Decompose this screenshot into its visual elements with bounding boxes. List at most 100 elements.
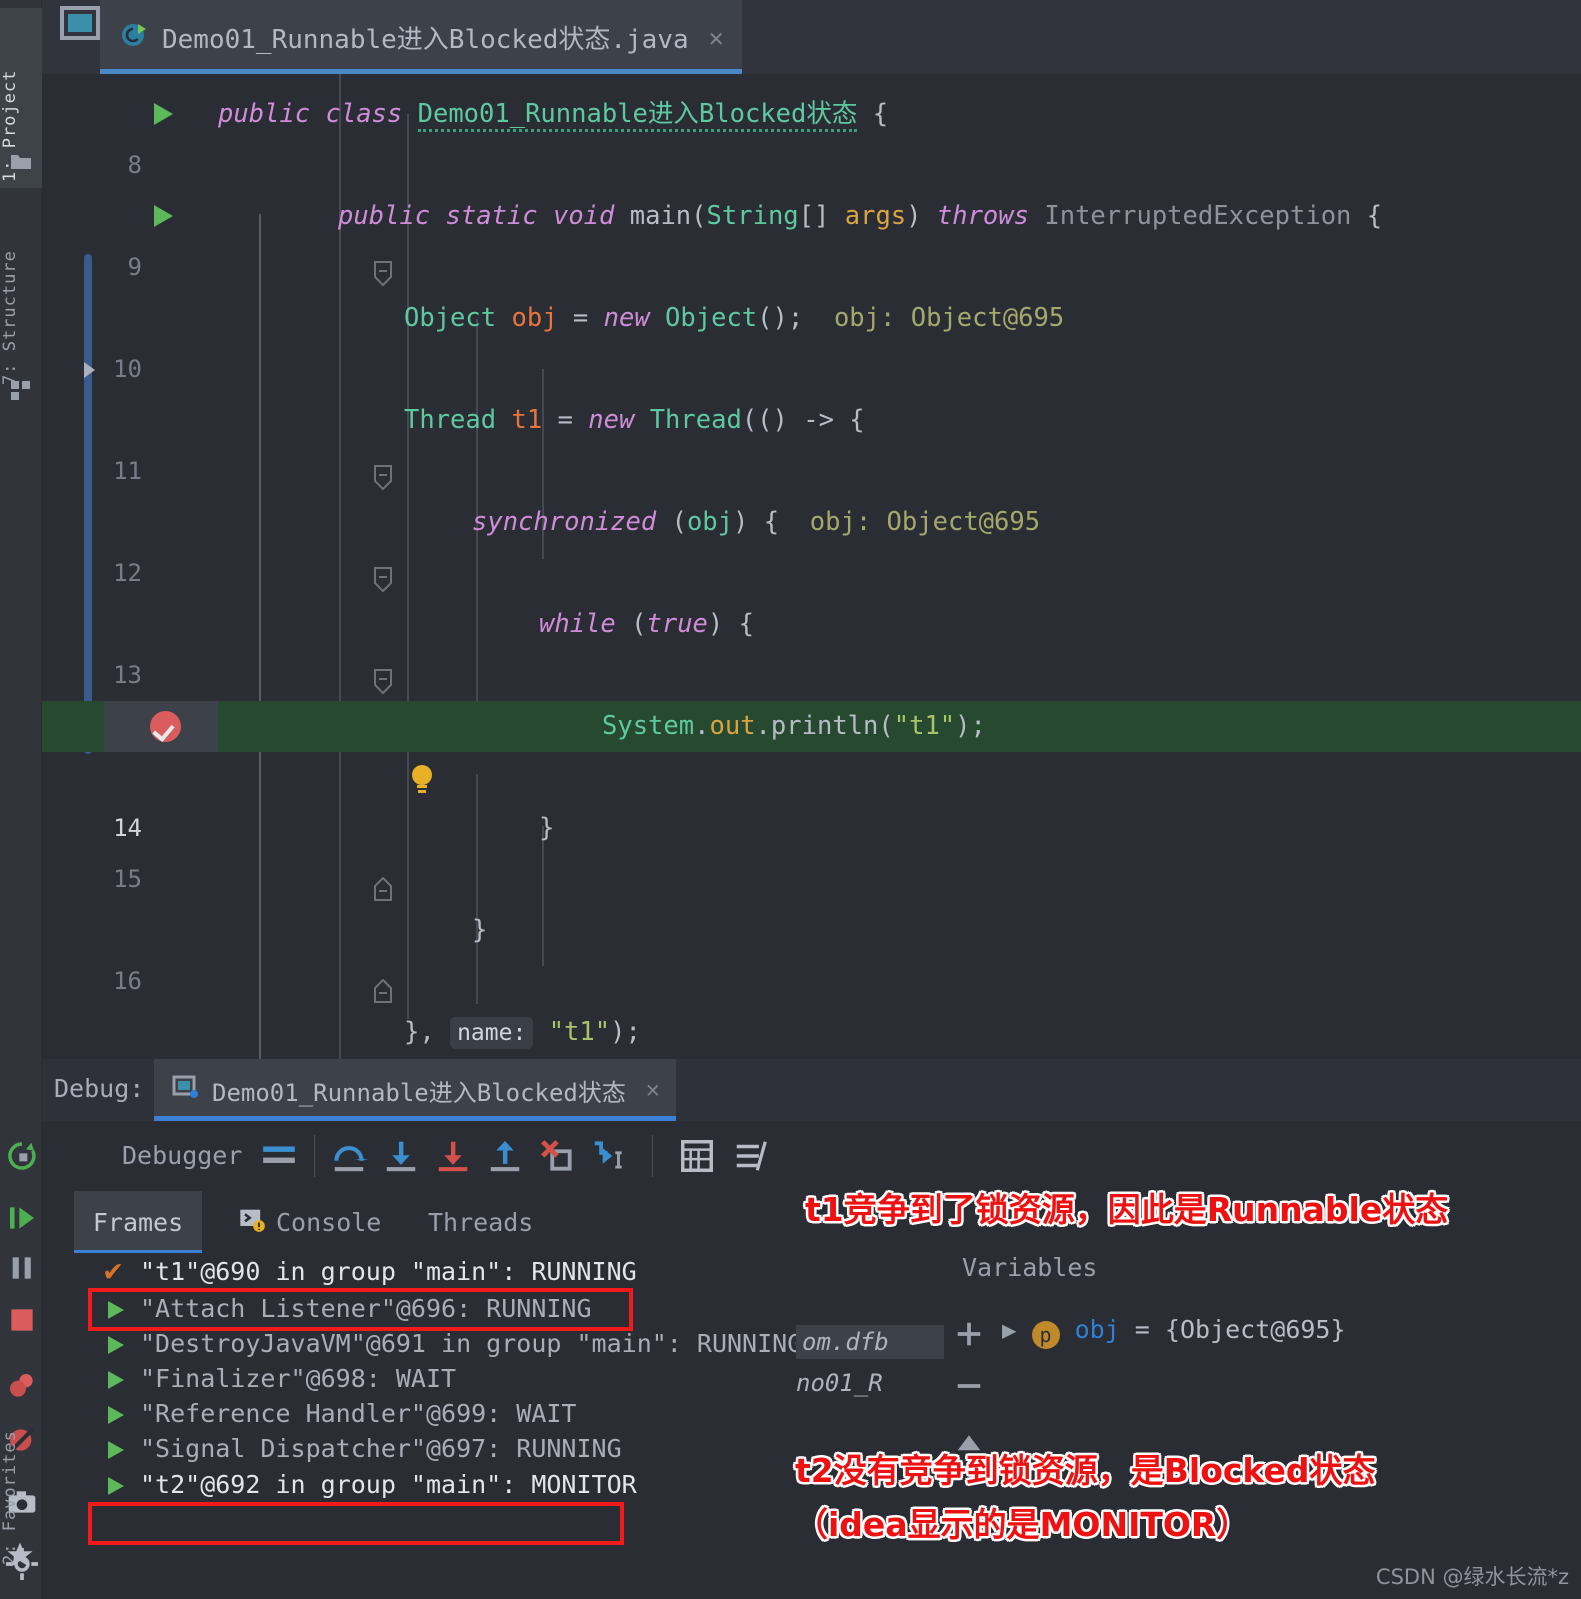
frames-list[interactable]: ✔ "t1"@690 in group "main": RUNNING "Att… [88, 1253, 838, 1599]
annotation-t1: t1竞争到了锁资源，因此是Runnable状态 [805, 1190, 1449, 1229]
run-gutter-icon[interactable] [154, 103, 173, 125]
frame-fragment[interactable]: om.dfb [796, 1325, 944, 1359]
evaluate-expression-icon[interactable] [678, 1137, 716, 1175]
thread-arrow-icon [108, 1441, 124, 1459]
code-text: Thread t1 = new Thread(() -> { [404, 405, 865, 435]
editor-tab-demo01[interactable]: Demo01_Runnable进入Blocked状态.java ✕ [100, 0, 742, 74]
plus-icon[interactable] [954, 1319, 984, 1353]
frame-row-attach-listener[interactable]: "Attach Listener"@696: RUNNING [88, 1291, 838, 1326]
line-number: 11 [113, 457, 142, 485]
frame-label: "DestroyJavaVM"@691 in group "main": RUN… [140, 1329, 803, 1358]
debug-session-tab[interactable]: Demo01_Runnable进入Blocked状态 ✕ [154, 1059, 676, 1121]
tab-frames[interactable]: Frames [74, 1191, 202, 1253]
debug-tab-row: Debug: Demo01_Runnable进入Blocked状态 ✕ [42, 1059, 1581, 1121]
selected-frame-check-icon: ✔ [104, 1253, 123, 1288]
fold-marker-icon[interactable] [249, 509, 392, 593]
code-line[interactable]: 9 public static void main(String[] args)… [42, 191, 1581, 287]
code-line[interactable]: 12 synchronized (obj) { obj: Object@695 [42, 497, 1581, 593]
debug-config-icon [170, 1073, 200, 1107]
close-icon[interactable]: ✕ [646, 1077, 660, 1103]
frame-fragment[interactable]: no01_R [796, 1369, 883, 1397]
step-out-icon[interactable] [486, 1137, 524, 1175]
frame-label: "Attach Listener"@696: RUNNING [140, 1294, 592, 1323]
step-into-icon[interactable] [382, 1137, 420, 1175]
editor-tab-title: Demo01_Runnable进入Blocked状态.java [162, 24, 689, 55]
intention-bulb-icon[interactable] [287, 712, 432, 793]
layout-lines-icon[interactable] [260, 1137, 298, 1175]
frame-label: "t2"@692 in group "main": MONITOR [140, 1470, 637, 1499]
pause-program-icon[interactable] [6, 1252, 38, 1284]
sidebar-item-structure[interactable]: 7: Structure [0, 205, 42, 385]
thread-arrow-icon [108, 1477, 124, 1495]
fold-marker-icon[interactable] [249, 611, 392, 695]
run-gutter-icon[interactable] [154, 205, 173, 227]
code-text: } [472, 915, 488, 945]
code-text: Object obj = new Object(); obj: Object@6… [404, 303, 1065, 333]
expand-arrow-icon[interactable]: ▶ [1002, 1316, 1016, 1344]
fold-marker-icon[interactable] [249, 203, 392, 287]
code-editor[interactable]: 8 public class Demo01_Runnable进入Blocked状… [42, 74, 1581, 1059]
code-line[interactable]: 16 } [42, 905, 1581, 1003]
left-tool-rail: 1: Project 7: Structure 2: Favorites [0, 0, 42, 1599]
code-line[interactable]: 13 while (true) { [42, 599, 1581, 695]
window-restore-icon[interactable] [57, 4, 103, 46]
fold-marker-icon[interactable] [249, 407, 392, 491]
thread-arrow-icon [108, 1336, 124, 1354]
project-folder-icon [9, 150, 33, 174]
line-number: 9 [127, 253, 142, 281]
frame-row-signal-dispatcher[interactable]: "Signal Dispatcher"@697: RUNNING [88, 1431, 838, 1466]
rerun-green-icon[interactable] [6, 1140, 38, 1172]
fold-marker-end-icon[interactable] [249, 1021, 271, 1047]
tab-console[interactable]: Console [222, 1191, 397, 1253]
tab-frames-label: Frames [92, 1207, 184, 1237]
debug-toolbar: Debugger [42, 1121, 1581, 1191]
code-line[interactable]: 15 } [42, 803, 1581, 901]
debug-label: Debug: [54, 1074, 145, 1103]
line-number: 13 [113, 661, 142, 689]
toolbar-separator [314, 1135, 315, 1177]
variable-row-obj[interactable]: ▶ p obj = {Object@695} [1002, 1315, 1346, 1349]
variable-name: obj [1074, 1315, 1120, 1344]
drop-frame-icon[interactable] [538, 1137, 576, 1175]
breakpoint-verified-icon[interactable] [150, 711, 181, 742]
code-line-current[interactable]: 14 System.out.println("t1"); [42, 701, 1581, 842]
frame-label: "Reference Handler"@699: WAIT [140, 1399, 577, 1428]
run-to-cursor-icon[interactable] [590, 1137, 628, 1175]
frame-row-t1[interactable]: ✔ "t1"@690 in group "main": RUNNING [88, 1253, 838, 1291]
thread-arrow-icon [108, 1301, 124, 1319]
code-line[interactable]: 17 }, name: "t1"); [42, 1007, 1581, 1058]
frame-row-finalizer[interactable]: "Finalizer"@698: WAIT [88, 1361, 838, 1396]
watermark: CSDN @绿水长流*z [1375, 1565, 1569, 1589]
toolbar-separator [652, 1135, 653, 1177]
close-icon[interactable]: ✕ [709, 23, 724, 52]
frame-row-destroyjavavm[interactable]: "DestroyJavaVM"@691 in group "main": RUN… [88, 1326, 838, 1361]
code-text: System.out.println("t1"); [602, 711, 986, 741]
frame-row-reference-handler[interactable]: "Reference Handler"@699: WAIT [88, 1396, 838, 1431]
thread-arrow-icon [108, 1371, 124, 1389]
step-over-icon[interactable] [330, 1137, 368, 1175]
fold-marker-end-icon[interactable] [249, 919, 392, 1003]
code-line[interactable]: 11 Thread t1 = new Thread(() -> { [42, 395, 1581, 491]
favorites-star-icon [5, 1540, 35, 1570]
force-step-into-icon[interactable] [434, 1137, 472, 1175]
resume-program-icon[interactable] [6, 1202, 38, 1234]
code-line[interactable]: 10 Object obj = new Object(); obj: Objec… [42, 293, 1581, 383]
code-text: while (true) { [539, 609, 754, 639]
tab-threads[interactable]: Threads [412, 1191, 549, 1253]
line-number: 14 [113, 814, 142, 842]
indent-guide [407, 114, 409, 1019]
variables-title: Variables [962, 1253, 1098, 1282]
stop-red-icon[interactable] [6, 1304, 38, 1336]
debug-session-title: Demo01_Runnable进入Blocked状态 [212, 1078, 626, 1107]
fold-marker-end-icon[interactable] [249, 817, 392, 901]
frame-row-t2[interactable]: "t2"@692 in group "main": MONITOR [88, 1466, 838, 1504]
frames-fragment-panel[interactable]: om.dfb no01_R [796, 1247, 944, 1447]
frame-label: "Signal Dispatcher"@697: RUNNING [140, 1434, 622, 1463]
settings-lines-icon[interactable] [732, 1137, 770, 1175]
minus-icon[interactable] [954, 1371, 984, 1405]
tab-threads-label: Threads [428, 1207, 534, 1237]
sidebar-item-favorites[interactable]: 2: Favorites [0, 1355, 42, 1565]
java-class-run-icon [118, 19, 150, 55]
frame-label: "Finalizer"@698: WAIT [140, 1364, 457, 1393]
code-line[interactable]: 8 public class Demo01_Runnable进入Blocked状… [42, 89, 1581, 179]
